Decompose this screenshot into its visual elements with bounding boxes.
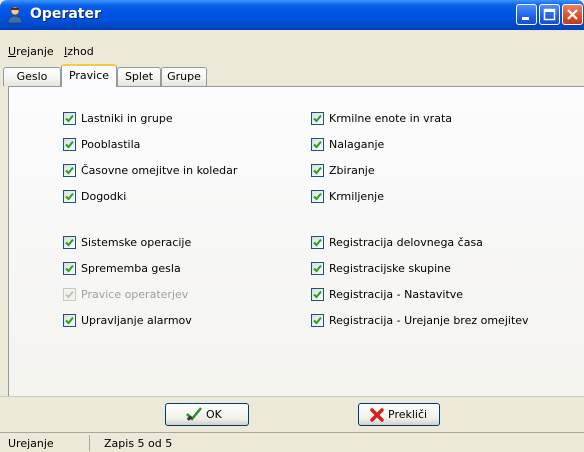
- tab-geslo[interactable]: Geslo: [3, 67, 61, 86]
- tab-pravice[interactable]: Pravice: [61, 64, 117, 87]
- permission-label: Zbiranje: [329, 164, 375, 177]
- menu-bar: Urejanje Izhod: [0, 42, 584, 62]
- status-divider: [89, 435, 90, 451]
- menu-izhod[interactable]: Izhod: [64, 45, 94, 58]
- checkbox-box[interactable]: [311, 190, 324, 203]
- tab-label: Splet: [124, 70, 154, 83]
- permission-label: Lastniki in grupe: [81, 112, 173, 125]
- permission-label: Sprememba gesla: [81, 262, 181, 275]
- permission-label: Časovne omejitve in koledar: [81, 164, 238, 177]
- cancel-label: Prekliči: [388, 408, 428, 421]
- tab-label: Pravice: [68, 69, 110, 82]
- permission-label: Upravljanje alarmov: [81, 314, 192, 327]
- checkbox-box[interactable]: [311, 262, 324, 275]
- permission-label: Nalaganje: [329, 138, 385, 151]
- permission-label: Krmilne enote in vrata: [329, 112, 453, 125]
- permissions-panel: Lastniki in grupe Pooblastila Časovne omej…: [8, 86, 584, 396]
- tab-strip: Geslo Pravice Splet Grupe: [0, 63, 584, 87]
- checkbox-box[interactable]: [63, 236, 76, 249]
- checkbox-box[interactable]: [311, 236, 324, 249]
- permission-label: Pooblastila: [81, 138, 141, 151]
- ok-label: OK: [206, 408, 222, 421]
- status-bar: Urejanje Zapis 5 od 5: [0, 432, 584, 452]
- minimize-button[interactable]: [516, 4, 537, 25]
- menu-urejanje[interactable]: Urejanje: [8, 45, 54, 58]
- permission-label: Pravice operaterjev: [81, 288, 189, 301]
- red-x-icon: [369, 407, 385, 426]
- tab-grupe[interactable]: Grupe: [161, 67, 207, 86]
- button-bar: OK Prekliči: [0, 396, 584, 433]
- checkbox-box[interactable]: [63, 112, 76, 125]
- permission-label: Registracija - Nastavitve: [329, 288, 464, 301]
- checkbox-box[interactable]: [63, 190, 76, 203]
- checkbox-box: [63, 288, 76, 301]
- permission-label: Registracija - Urejanje brez omejitev: [329, 314, 529, 327]
- checkbox-box[interactable]: [63, 314, 76, 327]
- permission-label: Sistemske operacije: [81, 236, 192, 249]
- maximize-button[interactable]: [539, 4, 560, 25]
- cancel-button[interactable]: Prekliči: [358, 403, 440, 426]
- checkbox-box[interactable]: [311, 112, 324, 125]
- status-record: Zapis 5 od 5: [104, 437, 173, 450]
- tab-label: Grupe: [167, 70, 201, 83]
- ok-button[interactable]: OK: [165, 403, 249, 426]
- permission-label: Registracija delovnega časa: [329, 236, 483, 249]
- checkbox-box[interactable]: [63, 164, 76, 177]
- checkmark-icon: [186, 407, 202, 424]
- checkbox-box[interactable]: [311, 138, 324, 151]
- close-button[interactable]: [562, 4, 583, 25]
- checkbox-box[interactable]: [63, 262, 76, 275]
- tab-label: Geslo: [16, 70, 48, 83]
- checkbox-box[interactable]: [311, 164, 324, 177]
- window-title: Operater: [30, 6, 101, 22]
- tab-splet[interactable]: Splet: [117, 67, 161, 86]
- checkbox-box[interactable]: [311, 288, 324, 301]
- operater-window: Operater Urejanje Izhod Geslo Pravice Sp…: [0, 0, 584, 452]
- title-bar: Operater: [0, 0, 584, 30]
- checkbox-box[interactable]: [63, 138, 76, 151]
- checkbox-box[interactable]: [311, 314, 324, 327]
- permission-label: Registracijske skupine: [329, 262, 451, 275]
- permission-label: Krmiljenje: [329, 190, 384, 203]
- status-mode: Urejanje: [8, 437, 54, 450]
- app-icon: [6, 6, 24, 24]
- permission-label: Dogodki: [81, 190, 127, 203]
